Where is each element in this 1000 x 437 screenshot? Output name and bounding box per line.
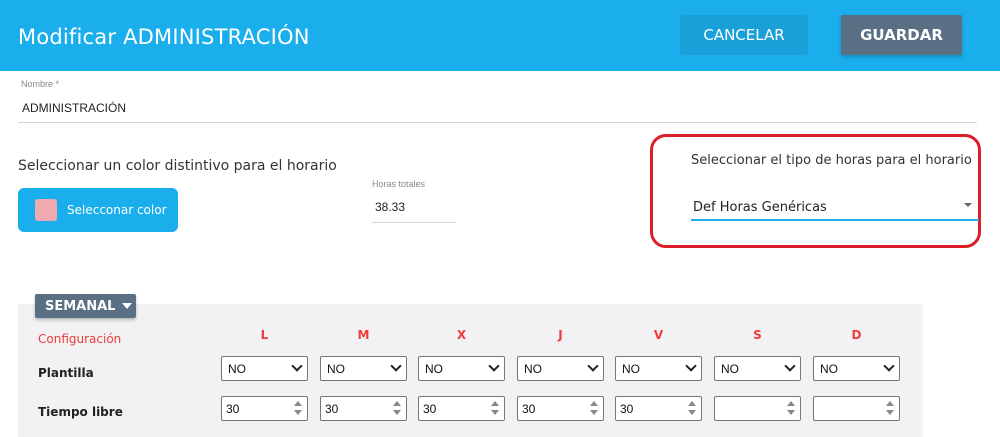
plantilla-select-j[interactable]: NO [517, 356, 604, 381]
chevron-down-icon [488, 360, 500, 372]
tiempo-libre-value: 30 [620, 401, 634, 416]
tiempo-libre-input-d[interactable] [813, 396, 900, 421]
save-button[interactable]: GUARDAR [841, 15, 962, 55]
tiempo-libre-input-m[interactable]: 30 [320, 396, 407, 421]
day-header-j: J [558, 328, 563, 342]
day-header-l: L [260, 328, 269, 342]
plantilla-value: NO [425, 361, 443, 376]
plantilla-value: NO [820, 361, 838, 376]
tipo-horas-underline [691, 219, 979, 221]
chevron-down-icon [291, 360, 303, 372]
tiempo-libre-input-j[interactable]: 30 [517, 396, 604, 421]
chevron-down-icon [784, 360, 796, 372]
spinner-icon[interactable] [393, 401, 401, 417]
highlight-box [650, 134, 981, 248]
caret-down-icon [122, 303, 133, 309]
plantilla-select-m[interactable]: NO [320, 356, 407, 381]
select-color-label: Selecconar color [67, 203, 167, 217]
cancel-button[interactable]: CANCELAR [680, 15, 808, 55]
chevron-down-icon [883, 360, 895, 372]
tiempo-libre-input-x[interactable]: 30 [418, 396, 505, 421]
nombre-underline [18, 122, 977, 123]
nombre-input[interactable]: ADMINISTRACIÓN [22, 101, 126, 115]
spinner-icon[interactable] [787, 401, 795, 417]
dropdown-arrow-icon[interactable] [964, 203, 972, 207]
spinner-icon[interactable] [294, 401, 302, 417]
schedule-mode-label: SEMANAL [45, 298, 116, 314]
tiempo-libre-value: 30 [325, 401, 339, 416]
horas-underline [372, 222, 456, 223]
day-header-m: M [357, 328, 370, 342]
spinner-icon[interactable] [886, 401, 894, 417]
day-header-s: S [753, 328, 762, 342]
horas-totales-label: Horas totales [372, 179, 426, 189]
configuracion-label: Configuración [38, 332, 122, 346]
spinner-icon[interactable] [590, 401, 598, 417]
tiempo-libre-input-l[interactable]: 30 [221, 396, 308, 421]
tiempo-libre-value: 30 [226, 401, 240, 416]
tipo-horas-label: Seleccionar el tipo de horas para el hor… [691, 153, 972, 168]
horas-totales-field[interactable]: 38.33 [375, 200, 405, 214]
tiempo-libre-label: Tiempo libre [38, 405, 123, 419]
chevron-down-icon [390, 360, 402, 372]
spinner-icon[interactable] [688, 401, 696, 417]
header-bar: Modificar ADMINISTRACIÓN CANCELAR GUARDA… [0, 0, 1000, 71]
plantilla-select-s[interactable]: NO [714, 356, 801, 381]
plantilla-label: Plantilla [38, 366, 94, 380]
tiempo-libre-value: 30 [423, 401, 437, 416]
select-color-button[interactable]: Selecconar color [18, 188, 178, 232]
plantilla-select-d[interactable]: NO [813, 356, 900, 381]
schedule-mode-dropdown[interactable]: SEMANAL [35, 294, 136, 318]
plantilla-select-x[interactable]: NO [418, 356, 505, 381]
plantilla-value: NO [721, 361, 739, 376]
plantilla-value: NO [622, 361, 640, 376]
plantilla-value: NO [524, 361, 542, 376]
color-swatch [35, 199, 57, 221]
day-header-d: D [851, 328, 862, 342]
tiempo-libre-input-v[interactable]: 30 [615, 396, 702, 421]
day-header-x: X [456, 328, 467, 342]
plantilla-select-v[interactable]: NO [615, 356, 702, 381]
page-title: Modificar ADMINISTRACIÓN [18, 25, 310, 49]
tiempo-libre-input-s[interactable] [714, 396, 801, 421]
nombre-label: Nombre * [21, 79, 60, 89]
day-header-v: V [653, 328, 664, 342]
plantilla-value: NO [228, 361, 246, 376]
plantilla-select-l[interactable]: NO [221, 356, 308, 381]
tipo-horas-select[interactable]: Def Horas Genéricas [693, 200, 827, 215]
chevron-down-icon [685, 360, 697, 372]
color-section-label: Seleccionar un color distintivo para el … [18, 158, 337, 174]
tiempo-libre-value: 30 [522, 401, 536, 416]
plantilla-value: NO [327, 361, 345, 376]
chevron-down-icon [587, 360, 599, 372]
spinner-icon[interactable] [491, 401, 499, 417]
